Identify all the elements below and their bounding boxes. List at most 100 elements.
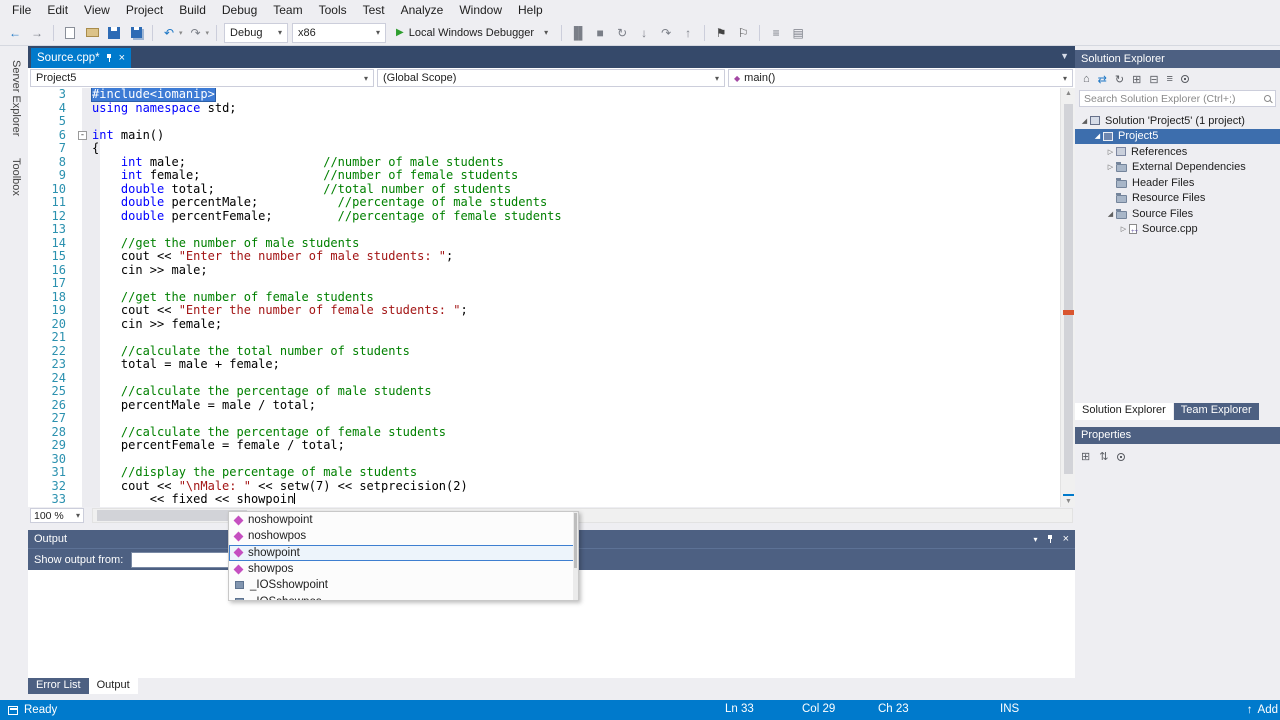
menu-edit[interactable]: Edit xyxy=(39,0,76,20)
navigate-back-icon[interactable]: ← xyxy=(6,24,24,42)
restart-icon[interactable]: ↻ xyxy=(613,24,631,42)
code-line-11[interactable]: 11 double percentMale; //percentage of m… xyxy=(28,195,1060,210)
tree-item-source-cpp[interactable]: ▷ Source.cpp xyxy=(1075,222,1280,238)
code-line-33[interactable]: 33 << fixed << showpoin xyxy=(28,492,1060,507)
scroll-down-icon[interactable]: ▼ xyxy=(1061,498,1075,505)
alphabetical-sort-icon[interactable]: ⇅ xyxy=(1099,450,1108,463)
redo-icon[interactable]: ↷ xyxy=(187,24,205,42)
code-line-14[interactable]: 14 //get the number of male students xyxy=(28,236,1060,251)
configuration-select[interactable]: Debug ▾ xyxy=(224,22,289,43)
add-to-source-control-button[interactable]: ↑ Add xyxy=(1247,700,1278,720)
bookmark-flag-icon[interactable]: ⚑ xyxy=(712,24,730,42)
undo-dropdown-icon[interactable]: ▾ xyxy=(179,29,183,37)
save-all-icon[interactable] xyxy=(127,24,145,42)
popup-scrollbar[interactable] xyxy=(573,512,578,600)
break-all-icon[interactable]: ▐▌ xyxy=(569,24,587,42)
new-file-icon[interactable] xyxy=(61,24,79,42)
server-explorer-tab[interactable]: Server Explorer xyxy=(6,52,22,144)
property-pages-icon[interactable] xyxy=(1117,452,1126,461)
editor-vertical-scrollbar[interactable]: ▲ ▼ xyxy=(1060,88,1075,507)
code-line-15[interactable]: 15 cout << "Enter the number of male stu… xyxy=(28,249,1060,264)
tree-item-project5[interactable]: ◢ Project5 xyxy=(1075,128,1280,144)
menu-team[interactable]: Team xyxy=(265,0,310,20)
tab-output[interactable]: Output xyxy=(88,678,138,694)
stop-debug-icon[interactable]: ■ xyxy=(591,24,609,42)
code-line-17[interactable]: 17 xyxy=(28,276,1060,291)
code-line-10[interactable]: 10 double total; //total number of stude… xyxy=(28,182,1060,197)
tree-item-header-files[interactable]: Header Files xyxy=(1075,175,1280,191)
document-tab-source-cpp[interactable]: Source.cpp* × xyxy=(31,48,132,68)
redo-dropdown-icon[interactable]: ▾ xyxy=(206,29,210,37)
home-icon[interactable]: ⌂ xyxy=(1083,73,1090,85)
step-into-icon[interactable]: ↓ xyxy=(635,24,653,42)
code-line-25[interactable]: 25 //calculate the percentage of male st… xyxy=(28,384,1060,399)
tree-expanded-arrow-icon[interactable]: ◢ xyxy=(1105,210,1116,218)
completion-item-showpoint[interactable]: showpoint xyxy=(229,544,578,561)
menu-project[interactable]: Project xyxy=(118,0,171,20)
code-line-12[interactable]: 12 double percentFemale; //percentage of… xyxy=(28,209,1060,224)
close-icon[interactable]: × xyxy=(1063,533,1069,545)
tree-collapsed-arrow-icon[interactable]: ▷ xyxy=(1118,225,1129,233)
code-line-8[interactable]: 8 int male; //number of male students xyxy=(28,155,1060,170)
tree-item-references[interactable]: ▷ References xyxy=(1075,144,1280,160)
member-dropdown[interactable]: ◆ main() ▾ xyxy=(728,69,1073,87)
background-tasks-icon[interactable] xyxy=(8,705,18,715)
code-line-32[interactable]: 32 cout << "\nMale: " << setw(7) << setp… xyxy=(28,479,1060,494)
code-line-19[interactable]: 19 cout << "Enter the number of female s… xyxy=(28,303,1060,318)
scrollbar-thumb[interactable] xyxy=(1064,104,1073,474)
code-line-29[interactable]: 29 percentFemale = female / total; xyxy=(28,438,1060,453)
document-list-dropdown-icon[interactable]: ▼ xyxy=(1060,51,1069,61)
code-line-6[interactable]: 6 - int main() xyxy=(28,128,1060,143)
window-position-icon[interactable]: ▾ xyxy=(1034,535,1038,544)
code-line-3[interactable]: 3 #include<iomanip> xyxy=(28,88,1060,102)
code-line-31[interactable]: 31 //display the percentage of male stud… xyxy=(28,465,1060,480)
code-line-27[interactable]: 27 xyxy=(28,411,1060,426)
indent-icon[interactable]: ≡ xyxy=(767,24,785,42)
fold-toggle-icon[interactable]: - xyxy=(78,130,87,140)
menu-build[interactable]: Build xyxy=(171,0,214,20)
close-icon[interactable]: × xyxy=(119,52,125,64)
scroll-up-icon[interactable]: ▲ xyxy=(1061,90,1075,97)
menu-tools[interactable]: Tools xyxy=(311,0,355,20)
tree-collapsed-arrow-icon[interactable]: ▷ xyxy=(1105,163,1116,171)
tree-item-external-dependencies[interactable]: ▷ External Dependencies xyxy=(1075,160,1280,176)
save-icon[interactable] xyxy=(105,24,123,42)
comment-icon[interactable]: ▤ xyxy=(789,24,807,42)
preview-settings-icon[interactable] xyxy=(1180,75,1189,83)
bookmark-outline-icon[interactable]: ⚐ xyxy=(734,24,752,42)
properties-icon[interactable]: ≡ xyxy=(1167,73,1173,85)
properties-title-bar[interactable]: Properties xyxy=(1075,427,1280,444)
tree-item-resource-files[interactable]: Resource Files xyxy=(1075,191,1280,207)
pin-icon[interactable] xyxy=(1047,535,1054,543)
tree-item-solution-project5-1-project[interactable]: ◢ Solution 'Project5' (1 project) xyxy=(1075,113,1280,129)
show-all-files-icon[interactable]: ⊞ xyxy=(1132,73,1141,86)
step-out-icon[interactable]: ↑ xyxy=(679,24,697,42)
scrollbar-thumb[interactable] xyxy=(97,510,247,521)
code-line-13[interactable]: 13 xyxy=(28,222,1060,237)
code-line-4[interactable]: 4 using namespace std; xyxy=(28,101,1060,116)
zoom-select[interactable]: 100 % ▾ xyxy=(30,508,84,523)
collapse-all-icon[interactable]: ⊟ xyxy=(1149,73,1158,86)
undo-icon[interactable]: ↶ xyxy=(160,24,178,42)
code-line-30[interactable]: 30 xyxy=(28,452,1060,467)
platform-select[interactable]: x86 ▾ xyxy=(292,22,387,43)
menu-test[interactable]: Test xyxy=(355,0,393,20)
refresh-icon[interactable]: ↻ xyxy=(1115,73,1124,86)
code-line-9[interactable]: 9 int female; //number of female student… xyxy=(28,168,1060,183)
tree-expanded-arrow-icon[interactable]: ◢ xyxy=(1079,117,1090,125)
completion-item-noshowpoint[interactable]: noshowpoint xyxy=(229,512,578,528)
code-line-22[interactable]: 22 //calculate the total number of stude… xyxy=(28,344,1060,359)
step-over-icon[interactable]: ↷ xyxy=(657,24,675,42)
completion-item-noshowpos[interactable]: noshowpos xyxy=(229,528,578,544)
code-line-26[interactable]: 26 percentMale = male / total; xyxy=(28,398,1060,413)
scope-dropdown[interactable]: (Global Scope) ▾ xyxy=(377,69,725,87)
start-debug-button[interactable]: ▶ Local Windows Debugger ▾ xyxy=(390,23,554,43)
menu-debug[interactable]: Debug xyxy=(214,0,265,20)
code-line-5[interactable]: 5 xyxy=(28,114,1060,129)
code-line-18[interactable]: 18 //get the number of female students xyxy=(28,290,1060,305)
toolbox-tab[interactable]: Toolbox xyxy=(6,150,22,204)
code-line-21[interactable]: 21 xyxy=(28,330,1060,345)
categorized-icon[interactable]: ⊞ xyxy=(1081,450,1090,463)
tree-expanded-arrow-icon[interactable]: ◢ xyxy=(1092,132,1103,140)
completion-item-showpos[interactable]: showpos xyxy=(229,561,578,577)
